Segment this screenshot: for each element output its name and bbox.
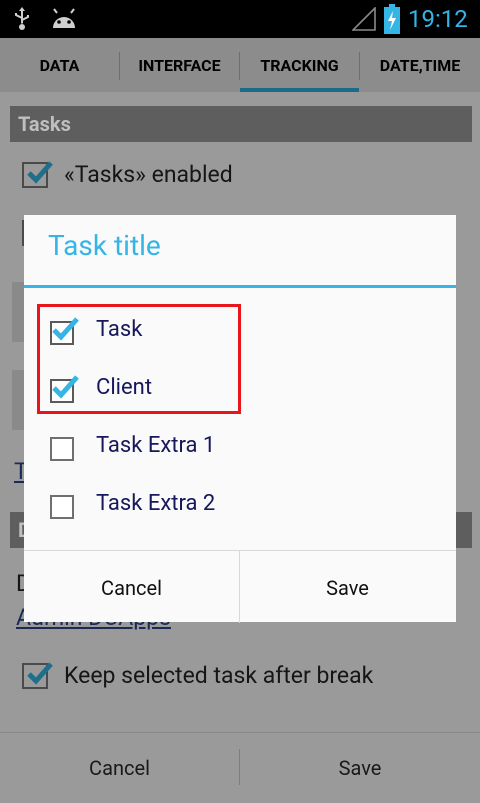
save-button[interactable]: Save [240,733,480,801]
android-icon [53,8,75,28]
tab-bar: DATA INTERFACE TRACKING DATE,TIME [0,38,480,92]
dialog-cancel-button[interactable]: Cancel [24,551,239,623]
battery-charging-icon [384,4,400,34]
tab-date-time[interactable]: DATE,TIME [360,38,480,92]
check-icon [27,662,53,685]
task-title-dialog: Task title Task Client Task Extra 1 Task… [24,215,456,623]
dialog-item-task-extra-1[interactable]: Task Extra 1 [24,419,456,477]
tasks-enabled-checkbox[interactable] [22,161,53,188]
dialog-title: Task title [48,229,161,262]
checkbox[interactable] [50,495,74,519]
item-label: Task Extra 1 [96,433,216,458]
tasks-enabled-label: «Tasks» enabled [64,161,233,188]
section-header-tasks: Tasks [10,106,472,142]
dialog-title-divider [24,285,456,288]
tab-interface[interactable]: INTERFACE [120,38,239,92]
tab-tracking[interactable]: TRACKING [240,38,359,92]
keep-task-label: Keep selected task after break [64,662,374,689]
status-time: 19:12 [408,5,468,33]
signal-icon [352,7,376,31]
dialog-button-bar: Cancel Save [24,550,456,623]
dialog-save-button[interactable]: Save [240,551,455,623]
cancel-button[interactable]: Cancel [0,733,239,801]
keep-task-checkbox[interactable] [22,662,53,689]
check-icon [27,161,53,184]
tab-data[interactable]: DATA [0,38,119,92]
checkbox[interactable] [50,437,74,461]
item-label: Task Extra 2 [96,491,216,516]
highlight-box [37,304,241,414]
status-bar: 19:12 [0,0,480,38]
usb-icon [15,7,29,30]
dialog-item-task-extra-2[interactable]: Task Extra 2 [24,477,456,535]
bottom-button-bar: Cancel Save [0,732,480,801]
